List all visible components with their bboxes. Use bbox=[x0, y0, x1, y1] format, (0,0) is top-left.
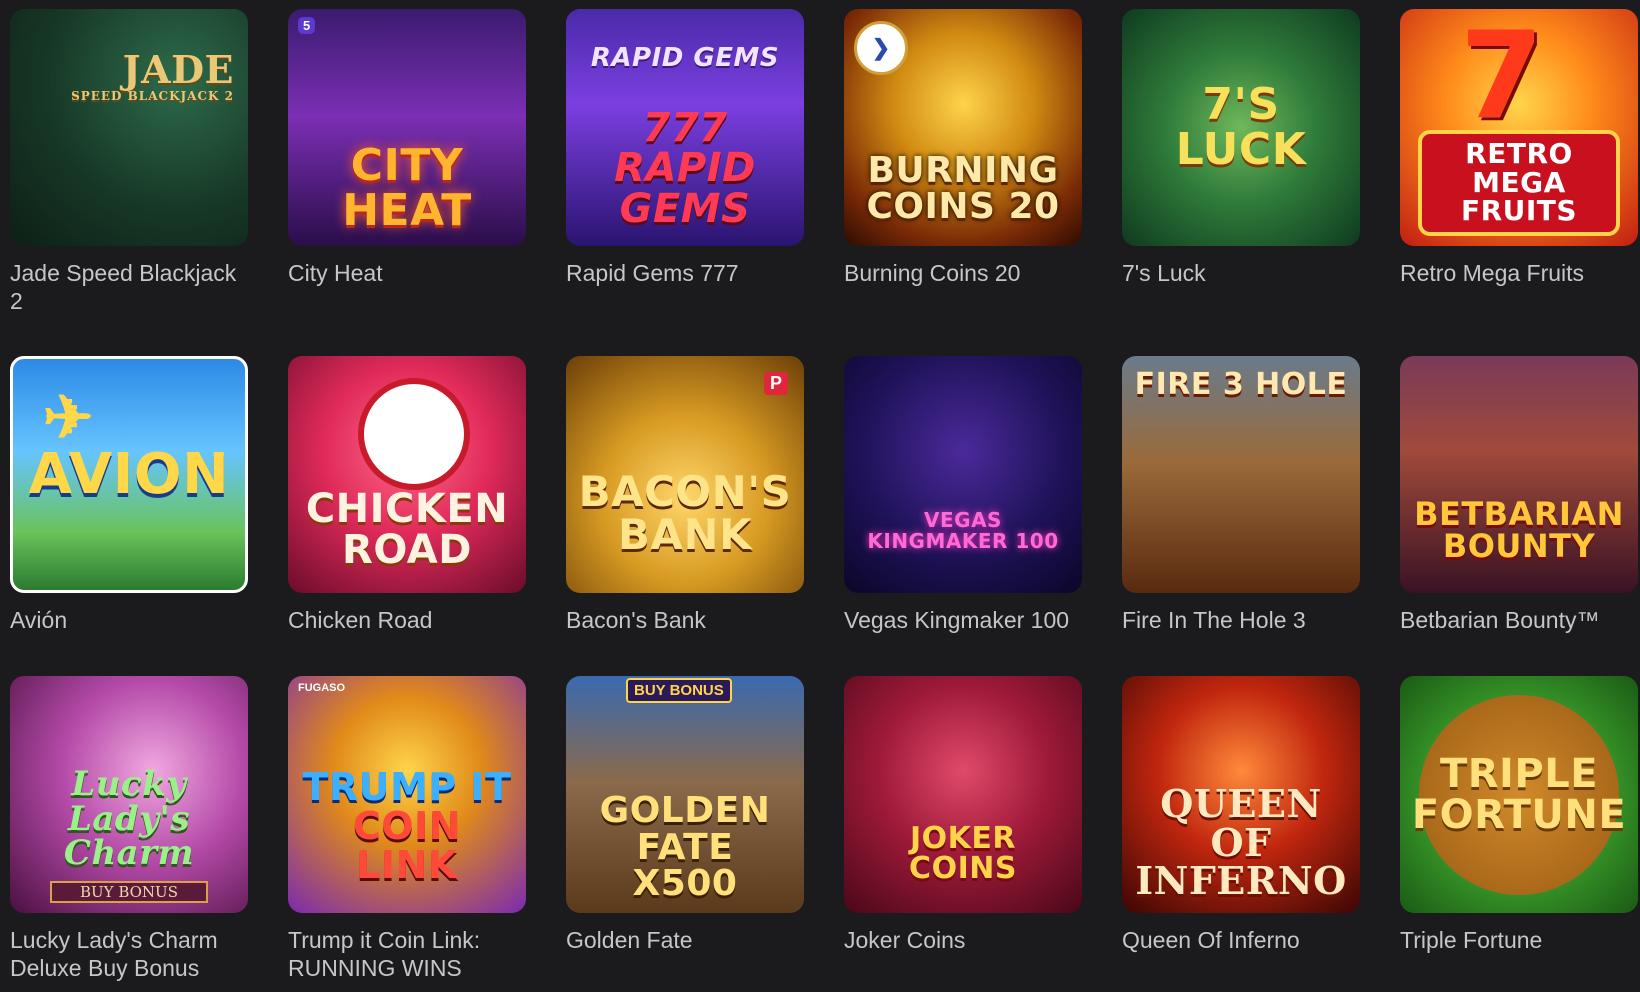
game-card[interactable]: ❯ BURNING COINS 20 Burning Coins 20 bbox=[844, 9, 1082, 356]
game-card[interactable]: BUY BONUS GOLDEN FATE x500 Golden Fate bbox=[566, 676, 804, 992]
game-card[interactable]: 7'S LUCK 7's Luck bbox=[1122, 9, 1360, 356]
game-title[interactable]: Lucky Lady's Charm Deluxe Buy Bonus bbox=[10, 926, 248, 982]
logo-subtext: COIN LINK bbox=[352, 803, 462, 887]
game-logo: JADE SPEED BLACKJACK 2 bbox=[71, 50, 234, 103]
game-thumbnail[interactable]: 7 RETRO MEGA FRUITS bbox=[1400, 9, 1638, 246]
game-title[interactable]: Triple Fortune bbox=[1400, 926, 1638, 954]
game-thumbnail[interactable]: FIRE 3 HOLE bbox=[1122, 356, 1360, 593]
game-logo: AVION bbox=[28, 441, 230, 507]
game-card[interactable]: Lucky Lady's Charm BUY BONUS Lucky Lady'… bbox=[10, 676, 248, 992]
game-title[interactable]: Burning Coins 20 bbox=[844, 259, 1082, 287]
game-logo: TRIPLE FORTUNE bbox=[1412, 694, 1626, 895]
game-logo: JOKER COINS bbox=[909, 820, 1017, 887]
game-logo: CITY HEAT bbox=[342, 140, 472, 237]
game-card[interactable]: JOKER COINS Joker Coins bbox=[844, 676, 1082, 992]
game-thumbnail[interactable]: VEGAS KINGMAKER 100 bbox=[844, 356, 1082, 593]
game-card[interactable]: JADE SPEED BLACKJACK 2 Jade Speed Blackj… bbox=[10, 9, 248, 356]
game-thumbnail[interactable]: CHICKEN ROAD bbox=[288, 356, 526, 593]
game-logo: GOLDEN FATE x500 bbox=[599, 789, 771, 905]
game-logo: VEGAS KINGMAKER 100 bbox=[867, 508, 1059, 553]
game-card[interactable]: 7 RETRO MEGA FRUITS Retro Mega Fruits bbox=[1400, 9, 1638, 356]
game-logo: Lucky Lady's Charm bbox=[63, 763, 195, 874]
game-title[interactable]: Golden Fate bbox=[566, 926, 804, 954]
game-title[interactable]: 7's Luck bbox=[1122, 259, 1360, 287]
game-thumbnail[interactable]: Lucky Lady's Charm BUY BONUS bbox=[10, 676, 248, 913]
game-thumbnail[interactable]: QUEEN OF INFERNO bbox=[1122, 676, 1360, 913]
game-card[interactable]: TRIPLE FORTUNE Triple Fortune bbox=[1400, 676, 1638, 992]
provider-badge: P bbox=[763, 372, 788, 395]
plane-icon: ✈ bbox=[43, 384, 94, 451]
game-card[interactable]: FIRE 3 HOLE Fire In The Hole 3 bbox=[1122, 356, 1360, 676]
provider-badge: FUGASO bbox=[298, 682, 346, 694]
chicken-icon bbox=[358, 378, 470, 490]
game-card[interactable]: RAPID GEMS 777 RAPID GEMS Rapid Gems 777 bbox=[566, 9, 804, 356]
game-title[interactable]: Trump it Coin Link: RUNNING WINS bbox=[288, 926, 526, 982]
game-thumbnail[interactable]: BUY BONUS GOLDEN FATE x500 bbox=[566, 676, 804, 913]
game-title[interactable]: Fire In The Hole 3 bbox=[1122, 606, 1360, 634]
game-logo: BACON'S BANK bbox=[578, 467, 792, 560]
game-title[interactable]: Betbarian Bounty™ bbox=[1400, 606, 1638, 634]
game-logo: CHICKEN ROAD bbox=[305, 486, 509, 574]
buy-bonus-badge: BUY BONUS bbox=[626, 678, 732, 703]
buy-bonus-label: BUY BONUS bbox=[50, 881, 208, 903]
dealer-art bbox=[10, 9, 248, 246]
game-title[interactable]: Vegas Kingmaker 100 bbox=[844, 606, 1082, 634]
game-thumbnail[interactable]: 7'S LUCK bbox=[1122, 9, 1360, 246]
game-logo: BURNING COINS 20 bbox=[866, 149, 1060, 228]
logo-text: TRUMP IT bbox=[302, 765, 512, 809]
game-card[interactable]: 5 CITY HEAT City Heat bbox=[288, 9, 526, 356]
provider-logo-icon: ❯ bbox=[854, 21, 908, 75]
game-logo: RETRO MEGA FRUITS bbox=[1418, 130, 1620, 236]
game-title[interactable]: Avión bbox=[10, 606, 248, 634]
game-grid: JADE SPEED BLACKJACK 2 Jade Speed Blackj… bbox=[10, 9, 1638, 992]
game-thumbnail[interactable]: RAPID GEMS 777 RAPID GEMS bbox=[566, 9, 804, 246]
game-thumbnail[interactable]: ✈ AVION bbox=[10, 356, 248, 593]
game-title[interactable]: Joker Coins bbox=[844, 926, 1082, 954]
game-logo: TRUMP IT COIN LINK bbox=[288, 768, 526, 884]
game-logo: 777 RAPID GEMS bbox=[614, 104, 756, 233]
game-thumbnail[interactable]: 5 CITY HEAT bbox=[288, 9, 526, 246]
provider-badge: 5 bbox=[298, 17, 316, 34]
game-title[interactable]: Bacon's Bank bbox=[566, 606, 804, 634]
game-thumbnail[interactable]: P BACON'S BANK bbox=[566, 356, 804, 593]
game-card[interactable]: BETBARIAN BOUNTY Betbarian Bounty™ bbox=[1400, 356, 1638, 676]
game-title[interactable]: Chicken Road bbox=[288, 606, 526, 634]
game-logo: QUEEN OF INFERNO bbox=[1135, 780, 1347, 904]
game-title[interactable]: City Heat bbox=[288, 259, 526, 287]
game-title[interactable]: Retro Mega Fruits bbox=[1400, 259, 1638, 287]
game-card[interactable]: ✈ AVION Avión bbox=[10, 356, 248, 676]
game-thumbnail[interactable]: BETBARIAN BOUNTY bbox=[1400, 356, 1638, 593]
game-logo: FIRE 3 HOLE bbox=[1134, 367, 1348, 402]
game-thumbnail[interactable]: ❯ BURNING COINS 20 bbox=[844, 9, 1082, 246]
game-title[interactable]: Queen Of Inferno bbox=[1122, 926, 1360, 954]
game-card[interactable]: P BACON'S BANK Bacon's Bank bbox=[566, 356, 804, 676]
game-title[interactable]: Rapid Gems 777 bbox=[566, 259, 804, 287]
game-card[interactable]: VEGAS KINGMAKER 100 Vegas Kingmaker 100 bbox=[844, 356, 1082, 676]
game-card[interactable]: QUEEN OF INFERNO Queen Of Inferno bbox=[1122, 676, 1360, 992]
logo-text: JADE bbox=[122, 47, 234, 92]
game-card[interactable]: FUGASO TRUMP IT COIN LINK Trump it Coin … bbox=[288, 676, 526, 992]
game-thumbnail[interactable]: JADE SPEED BLACKJACK 2 bbox=[10, 9, 248, 246]
game-thumbnail[interactable]: TRIPLE FORTUNE bbox=[1400, 676, 1638, 913]
logo-subtext: SPEED BLACKJACK 2 bbox=[71, 88, 234, 103]
game-thumbnail[interactable]: JOKER COINS bbox=[844, 676, 1082, 913]
game-thumbnail[interactable]: FUGASO TRUMP IT COIN LINK bbox=[288, 676, 526, 913]
game-title[interactable]: Jade Speed Blackjack 2 bbox=[10, 259, 248, 315]
game-logo: BETBARIAN BOUNTY bbox=[1414, 494, 1624, 566]
game-card[interactable]: CHICKEN ROAD Chicken Road bbox=[288, 356, 526, 676]
seven-icon: 7 bbox=[1460, 9, 1544, 146]
game-logo: 7'S LUCK bbox=[1175, 78, 1307, 175]
